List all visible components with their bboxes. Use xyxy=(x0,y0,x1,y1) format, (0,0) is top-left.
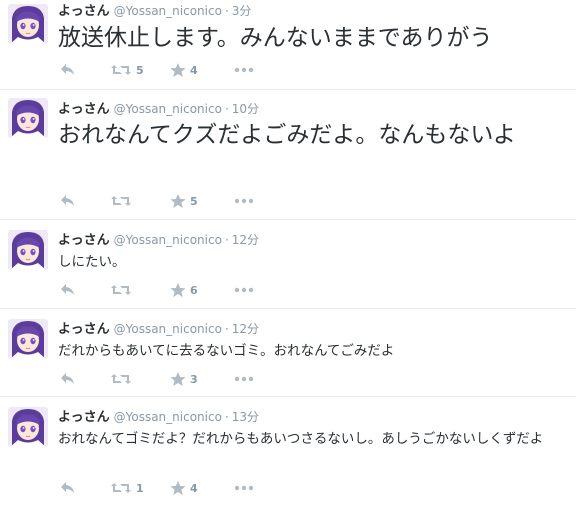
avatar[interactable] xyxy=(8,319,48,359)
user-name[interactable]: よっさん xyxy=(58,233,110,248)
user-handle[interactable]: @Yossan_niconico xyxy=(114,410,222,424)
more-dots-icon xyxy=(234,67,254,73)
more-dots-icon xyxy=(234,287,254,293)
retweet-button[interactable] xyxy=(110,281,136,299)
favorite-button[interactable]: 4 xyxy=(170,61,198,79)
favorite-count: 3 xyxy=(190,372,198,386)
user-handle[interactable]: @Yossan_niconico xyxy=(114,4,222,18)
more-dots-icon xyxy=(234,198,254,204)
more-button[interactable] xyxy=(234,192,254,210)
reply-icon xyxy=(61,195,74,206)
retweet-button[interactable]: 1 xyxy=(110,479,144,497)
avatar[interactable] xyxy=(8,407,48,447)
user-handle[interactable]: @Yossan_niconico xyxy=(114,322,222,336)
retweet-count: 1 xyxy=(136,481,144,495)
favorite-button[interactable]: 3 xyxy=(170,370,198,388)
tweet-text: 放送休止します。みんないままでありがう xyxy=(58,25,493,51)
retweet-icon xyxy=(111,65,131,75)
timestamp[interactable]: 13分 xyxy=(232,410,259,424)
separator: · xyxy=(224,410,229,424)
more-dots-icon xyxy=(234,485,254,491)
user-handle[interactable]: @Yossan_niconico xyxy=(114,102,222,116)
reply-icon xyxy=(61,284,74,295)
reply-button[interactable] xyxy=(60,281,76,299)
more-button[interactable] xyxy=(234,281,254,299)
retweet-icon xyxy=(111,285,131,295)
tweet-header: よっさん @Yossan_niconico · 13分 xyxy=(58,409,568,426)
reply-icon xyxy=(61,64,74,75)
user-name[interactable]: よっさん xyxy=(58,410,110,425)
tweet-header: よっさん @Yossan_niconico · 12分 xyxy=(58,321,568,338)
favorite-count: 6 xyxy=(190,283,198,297)
tweet-header: よっさん @Yossan_niconico · 12分 xyxy=(58,232,568,249)
star-icon xyxy=(170,62,186,77)
avatar[interactable] xyxy=(8,4,48,44)
avatar[interactable] xyxy=(8,98,48,138)
reply-button[interactable] xyxy=(60,192,76,210)
more-button[interactable] xyxy=(234,370,254,388)
tweet[interactable]: よっさん @Yossan_niconico · 12分 だれからもあいてに去るないゴミ… xyxy=(0,309,576,397)
tweet[interactable]: よっさん @Yossan_niconico · 3分 放送休止します。みんないままであ… xyxy=(0,0,576,90)
tweet[interactable]: よっさん @Yossan_niconico · 12分 しにたい。 6 xyxy=(0,220,576,309)
avatar[interactable] xyxy=(8,230,48,270)
reply-button[interactable] xyxy=(60,479,76,497)
tweet-header: よっさん @Yossan_niconico · 10分 xyxy=(58,101,568,118)
reply-icon xyxy=(61,373,74,384)
retweet-count: 5 xyxy=(136,63,144,77)
separator: · xyxy=(224,322,229,336)
retweet-button[interactable] xyxy=(110,192,136,210)
more-button[interactable] xyxy=(234,479,254,497)
star-icon xyxy=(170,282,186,297)
tweet-text: おれなんてゴミだよ？だれからもあいつさるないし。あしうごかないしくずだよ xyxy=(58,431,544,447)
reply-icon xyxy=(61,482,74,493)
separator: · xyxy=(224,233,229,247)
user-handle[interactable]: @Yossan_niconico xyxy=(114,233,222,247)
star-icon xyxy=(170,193,186,208)
timestamp[interactable]: 3分 xyxy=(232,4,252,18)
timestamp[interactable]: 10分 xyxy=(232,102,259,116)
favorite-count: 5 xyxy=(190,194,198,208)
favorite-button[interactable]: 5 xyxy=(170,192,198,210)
star-icon xyxy=(170,371,186,386)
tweet[interactable]: よっさん @Yossan_niconico · 13分 おれなんてゴミだよ？だれからも… xyxy=(0,397,576,505)
favorite-count: 4 xyxy=(190,481,198,495)
timestamp[interactable]: 12分 xyxy=(232,322,259,336)
separator: · xyxy=(224,4,229,18)
tweet[interactable]: よっさん @Yossan_niconico · 10分 おれなんてクズだよごみだよ。な… xyxy=(0,90,576,220)
favorite-button[interactable]: 6 xyxy=(170,281,198,299)
more-dots-icon xyxy=(234,376,254,382)
timeline: よっさん @Yossan_niconico · 3分 放送休止します。みんないままであ… xyxy=(0,0,576,505)
favorite-count: 4 xyxy=(190,63,198,77)
retweet-icon xyxy=(111,196,131,206)
reply-button[interactable] xyxy=(60,370,76,388)
user-name[interactable]: よっさん xyxy=(58,102,110,117)
favorite-button[interactable]: 4 xyxy=(170,479,198,497)
tweet-header: よっさん @Yossan_niconico · 3分 xyxy=(58,3,568,20)
reply-button[interactable] xyxy=(60,61,76,79)
tweet-text: しにたい。 xyxy=(58,254,126,270)
retweet-icon xyxy=(111,483,131,493)
retweet-icon xyxy=(111,374,131,384)
tweet-text: だれからもあいてに去るないゴミ。おれなんてごみだよ xyxy=(58,343,395,359)
separator: · xyxy=(224,102,229,116)
star-icon xyxy=(170,480,186,495)
tweet-text: おれなんてクズだよごみだよ。なんもないよ xyxy=(58,122,516,148)
retweet-button[interactable] xyxy=(110,370,136,388)
user-name[interactable]: よっさん xyxy=(58,322,110,337)
retweet-button[interactable]: 5 xyxy=(110,61,144,79)
user-name[interactable]: よっさん xyxy=(58,4,110,19)
timestamp[interactable]: 12分 xyxy=(232,233,259,247)
more-button[interactable] xyxy=(234,61,254,79)
